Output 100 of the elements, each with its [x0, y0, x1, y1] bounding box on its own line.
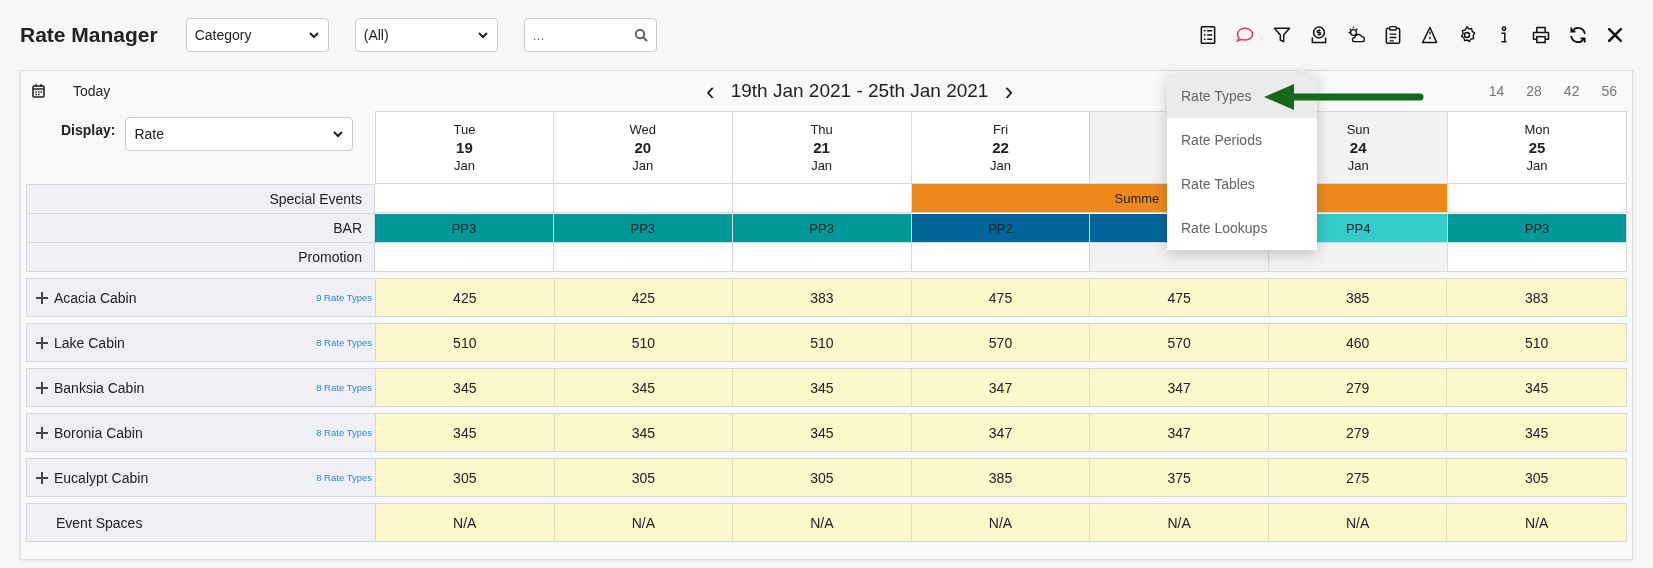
rate-cell: 345 — [1447, 369, 1626, 406]
rate-types-link[interactable]: 9 Rate Types — [316, 292, 375, 303]
rate-cell: 570 — [911, 324, 1091, 361]
room-name: Acacia Cabin — [54, 289, 137, 306]
rate-types-link[interactable]: 8 Rate Types — [316, 382, 375, 393]
rate-cell: 383 — [733, 279, 912, 316]
rate-cell: 305 — [1447, 459, 1626, 496]
day-header: Mon 25 Jan — [1448, 111, 1627, 184]
rate-cell: 305 — [376, 459, 555, 496]
rate-cell: N/A — [1090, 504, 1269, 541]
day-header: Tue 19 Jan — [375, 111, 554, 184]
display-label: Display: — [61, 121, 116, 138]
row-label: Promotion — [26, 243, 375, 272]
day-count-link[interactable]: 42 — [1563, 83, 1580, 99]
rate-cell: N/A — [1447, 504, 1626, 541]
day-count-link[interactable]: 56 — [1601, 83, 1617, 99]
room-name: Lake Cabin — [54, 334, 125, 351]
expand-icon[interactable] — [36, 291, 48, 304]
rate-cell: 345 — [733, 414, 912, 451]
bar-cell: PP3 — [375, 214, 554, 243]
rate-cell: 475 — [1090, 279, 1269, 316]
rate-cell: N/A — [733, 504, 912, 541]
today-button[interactable]: Today — [73, 83, 111, 99]
date-range: 19th Jan 2021 - 25th Jan 2021 — [730, 80, 989, 102]
chevron-icon — [476, 29, 489, 41]
day-count-link[interactable]: 14 — [1488, 83, 1505, 99]
row-label: BAR — [26, 214, 375, 243]
rate-cell: 385 — [1268, 279, 1448, 316]
chat-icon[interactable] — [1235, 25, 1255, 45]
rate-cell: 510 — [376, 324, 555, 361]
room-name: Eucalypt Cabin — [54, 469, 149, 486]
bar-cell: PP2 — [911, 214, 1091, 243]
rate-cell: 510 — [733, 324, 912, 361]
bar-cell: PP3 — [553, 214, 733, 243]
rate-cell: 385 — [911, 459, 1091, 496]
room-name: Banksia Cabin — [54, 379, 145, 396]
rate-cell: 305 — [733, 459, 912, 496]
road-icon[interactable] — [1420, 25, 1440, 45]
search-icon[interactable] — [633, 28, 648, 42]
category-dropdown[interactable]: Category — [185, 18, 329, 52]
day-header: Wed 20 Jan — [553, 111, 733, 184]
expand-icon[interactable] — [36, 381, 48, 394]
rate-types-link[interactable]: 8 Rate Types — [316, 427, 375, 438]
rate-cell: 279 — [1268, 414, 1448, 451]
refresh-icon[interactable] — [1568, 25, 1588, 45]
rate-cell: 570 — [1090, 324, 1269, 361]
chevron-icon — [332, 128, 345, 140]
rate-cell: 375 — [1090, 459, 1269, 496]
row-label: Special Events — [26, 184, 375, 214]
room-name: Event Spaces — [56, 514, 143, 531]
rate-cell: 347 — [911, 414, 1091, 451]
close-icon[interactable] — [1605, 25, 1625, 45]
menu-item[interactable]: Rate Types — [1167, 74, 1317, 118]
room-name: Boronia Cabin — [54, 424, 143, 441]
bar-cell: PP3 — [732, 214, 912, 243]
next-button[interactable]: › — [1004, 78, 1014, 104]
day-header: Fri 22 Jan — [911, 111, 1091, 184]
filter-icon[interactable] — [1272, 25, 1292, 45]
rate-cell: 383 — [1447, 279, 1626, 316]
rate-cell: 347 — [911, 369, 1091, 406]
weather-icon[interactable] — [1346, 25, 1366, 45]
rate-cell: N/A — [376, 504, 555, 541]
rate-cell: 425 — [554, 279, 734, 316]
rate-cell: 345 — [1447, 414, 1626, 451]
page-title: Rate Manager — [20, 23, 158, 47]
rate-cell: 460 — [1268, 324, 1448, 361]
rate-cell: 510 — [554, 324, 734, 361]
rate-cell: 345 — [733, 369, 912, 406]
calendar-icon[interactable] — [32, 84, 45, 98]
rate-cell: 345 — [554, 414, 734, 451]
chevron-icon — [307, 29, 320, 41]
day-header: Thu 21 Jan — [732, 111, 912, 184]
display-dropdown[interactable]: Rate — [125, 117, 354, 151]
rate-cell: 279 — [1268, 369, 1448, 406]
rate-cell: N/A — [911, 504, 1091, 541]
expand-icon[interactable] — [36, 336, 48, 349]
rate-cell: 345 — [376, 369, 555, 406]
rate-cell: 305 — [554, 459, 734, 496]
rate-cell: 275 — [1268, 459, 1448, 496]
rate-types-link[interactable]: 8 Rate Types — [316, 472, 375, 483]
rate-cell: 347 — [1090, 369, 1269, 406]
checklist-icon[interactable] — [1198, 25, 1218, 45]
rate-cell: 345 — [376, 414, 555, 451]
day-count-link[interactable]: 28 — [1526, 83, 1542, 99]
rate-cell: 475 — [911, 279, 1091, 316]
rate-types-link[interactable]: 8 Rate Types — [316, 337, 375, 348]
rate-cell: N/A — [1268, 504, 1448, 541]
filter-dropdown[interactable]: (All) — [354, 18, 498, 52]
previous-button[interactable]: ‹ — [706, 78, 715, 104]
rate-cell: N/A — [554, 504, 734, 541]
expand-icon[interactable] — [36, 426, 48, 439]
rate-cell: 510 — [1447, 324, 1626, 361]
expand-icon[interactable] — [36, 471, 48, 484]
printer-icon[interactable] — [1531, 25, 1551, 45]
rate-cell: 345 — [554, 369, 734, 406]
clipboard-icon[interactable] — [1383, 25, 1403, 45]
rate-cell: 347 — [1090, 414, 1269, 451]
dollar-coin-icon[interactable] — [1309, 25, 1329, 45]
search-field[interactable]: ... — [523, 18, 657, 52]
rate-cell: 425 — [376, 279, 555, 316]
